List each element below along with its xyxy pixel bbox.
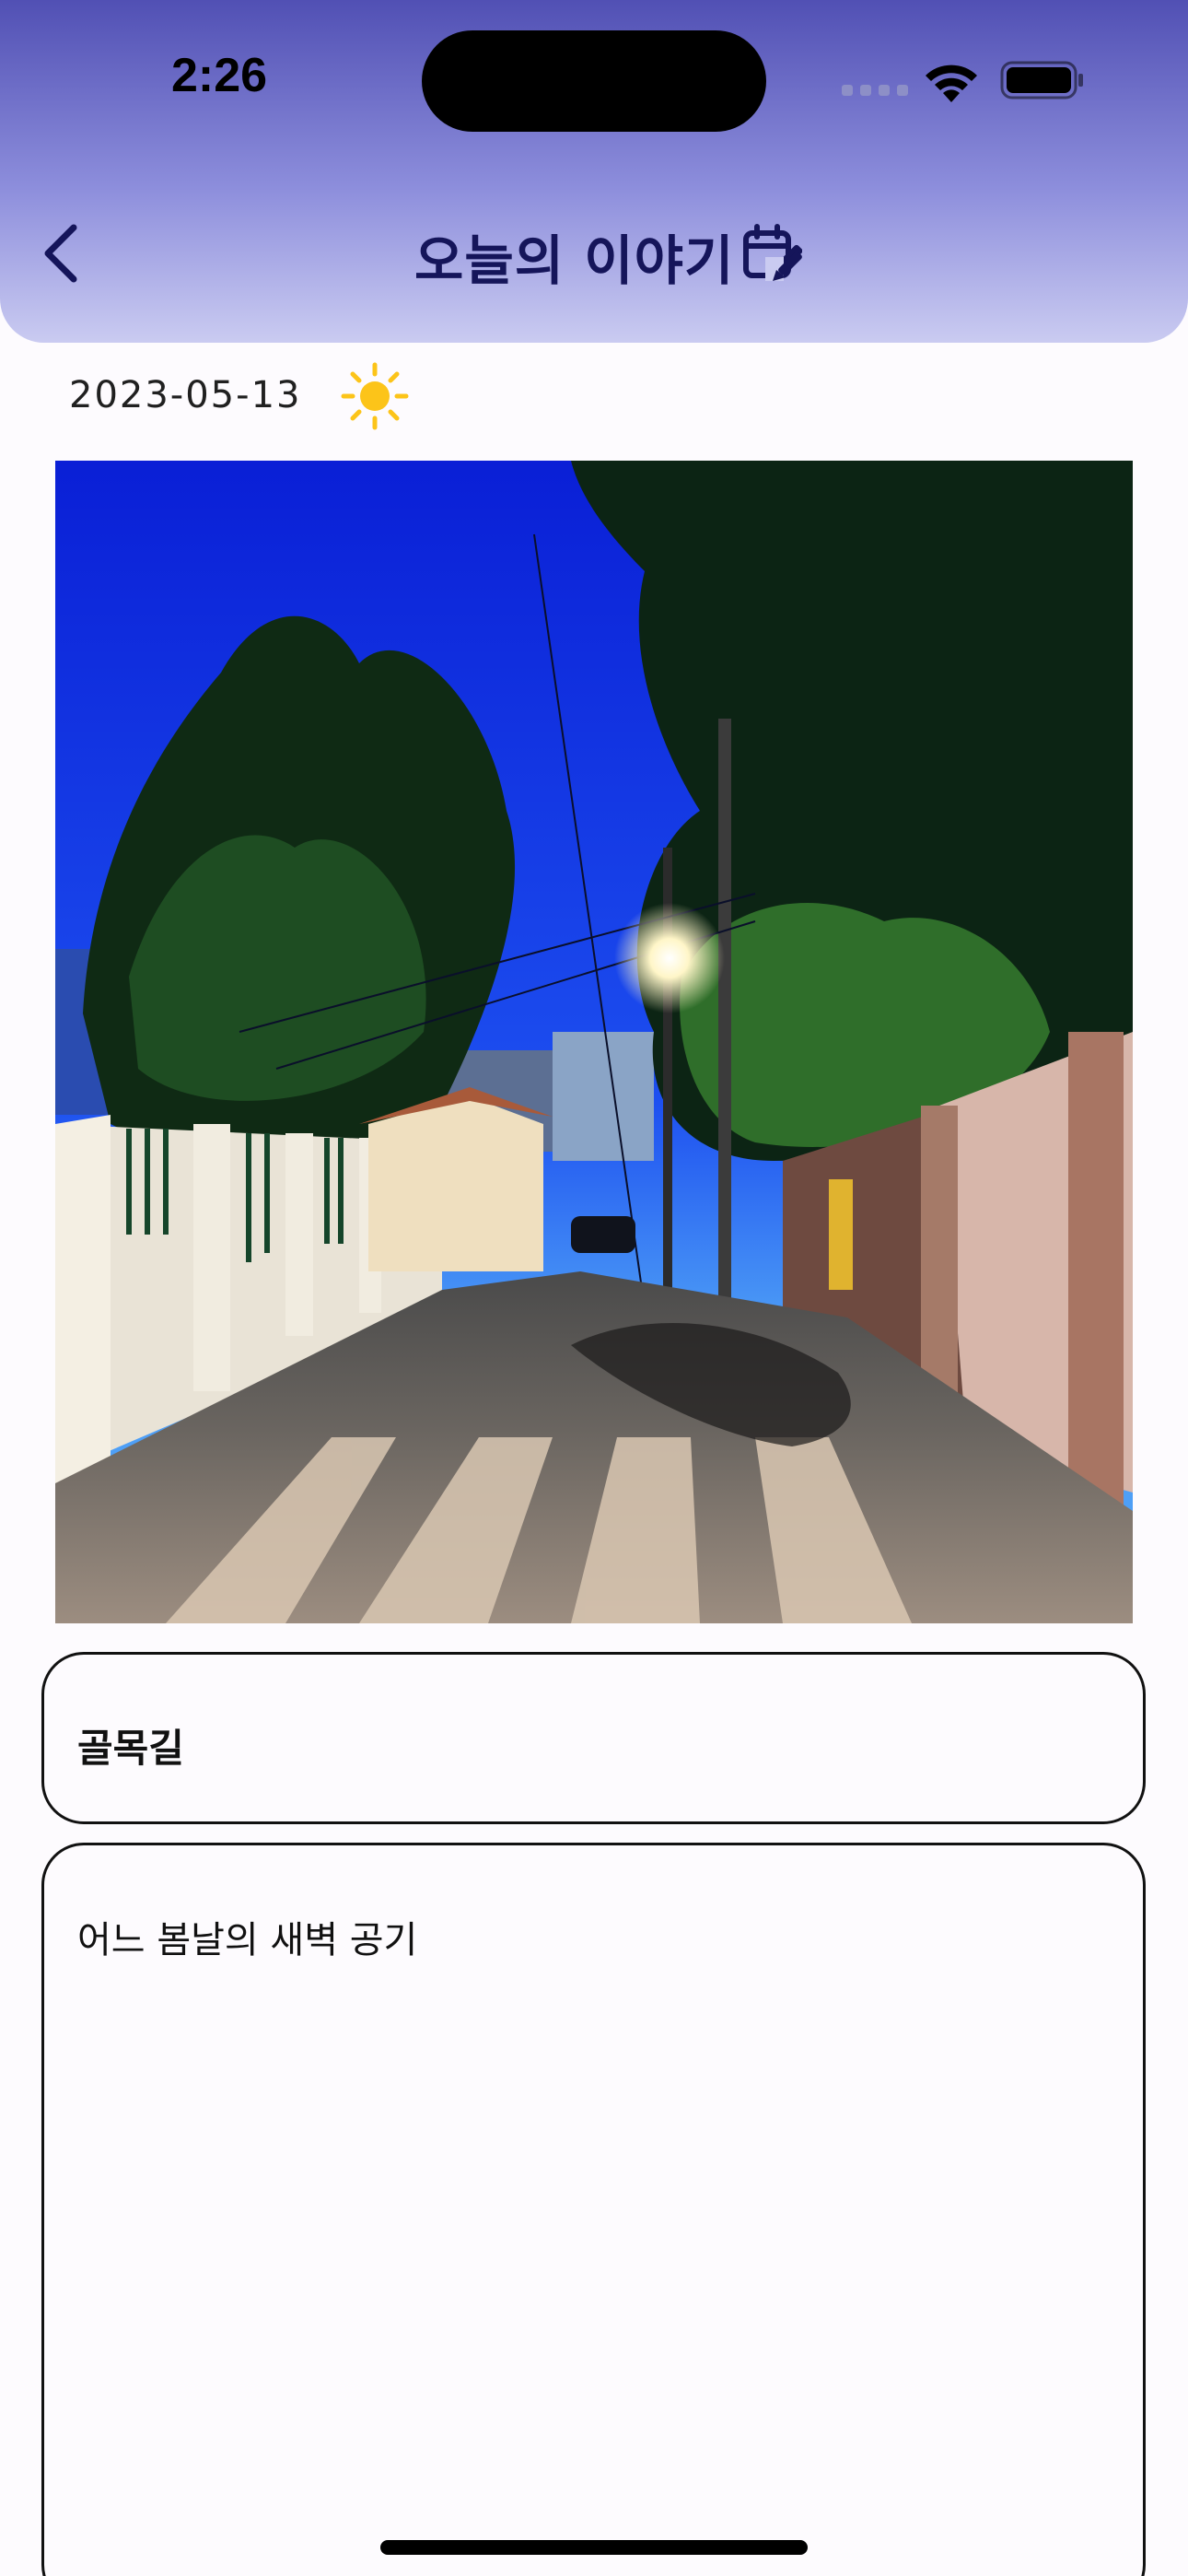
header-bar: 2:26 오늘의 이야기: [0, 0, 1188, 343]
home-indicator[interactable]: [380, 2540, 808, 2555]
status-time: 2:26: [171, 49, 268, 102]
dynamic-island: [422, 30, 766, 132]
diary-entry-screen: 2:26 오늘의 이야기 2023-05-13 골목길 어느 봄날의 새벽 공기: [0, 0, 1188, 2576]
entry-title-text: 골목길: [77, 1726, 184, 1771]
calendar-edit-icon[interactable]: [741, 224, 802, 285]
back-button[interactable]: [37, 217, 92, 290]
entry-date: 2023-05-13: [69, 374, 302, 416]
page-title: 오늘의 이야기: [414, 229, 735, 292]
battery-icon: [1000, 61, 1083, 100]
cellular-icon: [842, 85, 908, 96]
entry-title-field[interactable]: 골목길: [41, 1652, 1146, 1824]
entry-body-text: 어느 봄날의 새벽 공기: [77, 1919, 418, 1961]
entry-photo[interactable]: [55, 461, 1133, 1623]
sun-icon[interactable]: [341, 362, 409, 430]
entry-body-field[interactable]: 어느 봄날의 새벽 공기: [41, 1843, 1146, 2576]
wifi-icon: [926, 64, 977, 102]
